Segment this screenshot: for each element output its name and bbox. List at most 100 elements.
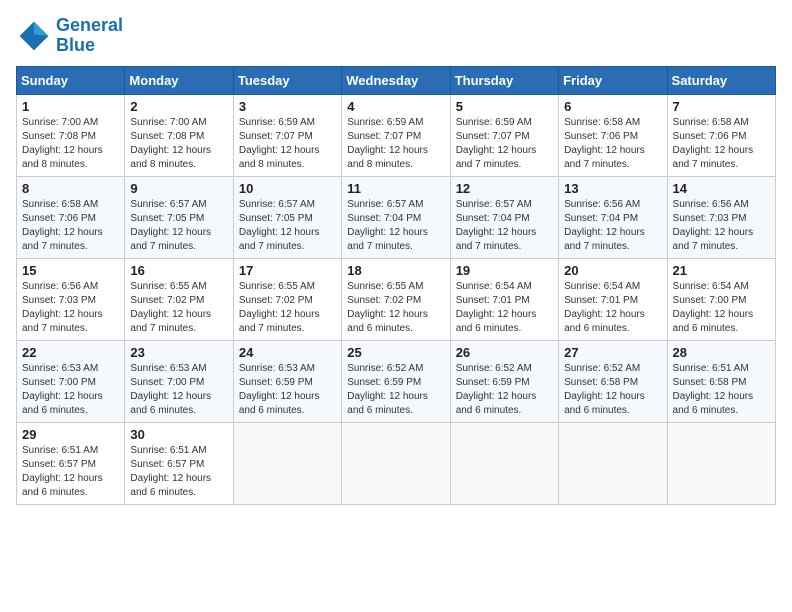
day-number: 14 xyxy=(673,181,770,196)
day-number: 18 xyxy=(347,263,444,278)
day-detail: Sunrise: 6:59 AM Sunset: 7:07 PM Dayligh… xyxy=(456,116,553,172)
day-detail: Sunrise: 6:56 AM Sunset: 7:04 PM Dayligh… xyxy=(564,198,661,254)
page-header: General Blue xyxy=(16,16,776,56)
day-number: 27 xyxy=(564,345,661,360)
calendar-header: SundayMondayTuesdayWednesdayThursdayFrid… xyxy=(17,66,776,94)
day-detail: Sunrise: 6:55 AM Sunset: 7:02 PM Dayligh… xyxy=(130,280,227,336)
day-detail: Sunrise: 6:52 AM Sunset: 6:58 PM Dayligh… xyxy=(564,362,661,418)
day-detail: Sunrise: 7:00 AM Sunset: 7:08 PM Dayligh… xyxy=(130,116,227,172)
day-number: 1 xyxy=(22,99,119,114)
day-number: 9 xyxy=(130,181,227,196)
day-number: 5 xyxy=(456,99,553,114)
day-number: 12 xyxy=(456,181,553,196)
day-number: 17 xyxy=(239,263,336,278)
calendar-cell: 13 Sunrise: 6:56 AM Sunset: 7:04 PM Dayl… xyxy=(559,176,667,258)
calendar-cell: 3 Sunrise: 6:59 AM Sunset: 7:07 PM Dayli… xyxy=(233,94,341,176)
calendar-cell: 1 Sunrise: 7:00 AM Sunset: 7:08 PM Dayli… xyxy=(17,94,125,176)
calendar-cell: 28 Sunrise: 6:51 AM Sunset: 6:58 PM Dayl… xyxy=(667,340,775,422)
calendar-week-2: 8 Sunrise: 6:58 AM Sunset: 7:06 PM Dayli… xyxy=(17,176,776,258)
day-detail: Sunrise: 6:58 AM Sunset: 7:06 PM Dayligh… xyxy=(673,116,770,172)
day-detail: Sunrise: 6:57 AM Sunset: 7:04 PM Dayligh… xyxy=(347,198,444,254)
day-number: 15 xyxy=(22,263,119,278)
day-detail: Sunrise: 6:52 AM Sunset: 6:59 PM Dayligh… xyxy=(347,362,444,418)
day-number: 26 xyxy=(456,345,553,360)
calendar-cell: 17 Sunrise: 6:55 AM Sunset: 7:02 PM Dayl… xyxy=(233,258,341,340)
calendar-cell: 22 Sunrise: 6:53 AM Sunset: 7:00 PM Dayl… xyxy=(17,340,125,422)
day-number: 25 xyxy=(347,345,444,360)
day-number: 11 xyxy=(347,181,444,196)
calendar-cell xyxy=(450,422,558,504)
calendar-week-5: 29 Sunrise: 6:51 AM Sunset: 6:57 PM Dayl… xyxy=(17,422,776,504)
calendar-cell: 9 Sunrise: 6:57 AM Sunset: 7:05 PM Dayli… xyxy=(125,176,233,258)
day-detail: Sunrise: 6:55 AM Sunset: 7:02 PM Dayligh… xyxy=(239,280,336,336)
day-number: 30 xyxy=(130,427,227,442)
day-number: 23 xyxy=(130,345,227,360)
calendar-cell: 18 Sunrise: 6:55 AM Sunset: 7:02 PM Dayl… xyxy=(342,258,450,340)
calendar-cell xyxy=(667,422,775,504)
calendar-cell: 23 Sunrise: 6:53 AM Sunset: 7:00 PM Dayl… xyxy=(125,340,233,422)
day-detail: Sunrise: 6:59 AM Sunset: 7:07 PM Dayligh… xyxy=(347,116,444,172)
day-number: 19 xyxy=(456,263,553,278)
day-number: 2 xyxy=(130,99,227,114)
day-detail: Sunrise: 6:54 AM Sunset: 7:00 PM Dayligh… xyxy=(673,280,770,336)
calendar-cell xyxy=(559,422,667,504)
calendar-cell: 21 Sunrise: 6:54 AM Sunset: 7:00 PM Dayl… xyxy=(667,258,775,340)
calendar-cell: 25 Sunrise: 6:52 AM Sunset: 6:59 PM Dayl… xyxy=(342,340,450,422)
calendar-cell: 14 Sunrise: 6:56 AM Sunset: 7:03 PM Dayl… xyxy=(667,176,775,258)
day-detail: Sunrise: 6:51 AM Sunset: 6:57 PM Dayligh… xyxy=(130,444,227,500)
calendar-cell: 5 Sunrise: 6:59 AM Sunset: 7:07 PM Dayli… xyxy=(450,94,558,176)
col-header-saturday: Saturday xyxy=(667,66,775,94)
col-header-sunday: Sunday xyxy=(17,66,125,94)
day-detail: Sunrise: 6:54 AM Sunset: 7:01 PM Dayligh… xyxy=(564,280,661,336)
day-number: 21 xyxy=(673,263,770,278)
calendar-week-1: 1 Sunrise: 7:00 AM Sunset: 7:08 PM Dayli… xyxy=(17,94,776,176)
calendar-cell: 27 Sunrise: 6:52 AM Sunset: 6:58 PM Dayl… xyxy=(559,340,667,422)
calendar-cell xyxy=(342,422,450,504)
col-header-wednesday: Wednesday xyxy=(342,66,450,94)
day-number: 10 xyxy=(239,181,336,196)
calendar-cell: 16 Sunrise: 6:55 AM Sunset: 7:02 PM Dayl… xyxy=(125,258,233,340)
calendar-week-3: 15 Sunrise: 6:56 AM Sunset: 7:03 PM Dayl… xyxy=(17,258,776,340)
calendar-cell: 8 Sunrise: 6:58 AM Sunset: 7:06 PM Dayli… xyxy=(17,176,125,258)
day-detail: Sunrise: 6:51 AM Sunset: 6:57 PM Dayligh… xyxy=(22,444,119,500)
calendar-cell: 15 Sunrise: 6:56 AM Sunset: 7:03 PM Dayl… xyxy=(17,258,125,340)
col-header-friday: Friday xyxy=(559,66,667,94)
calendar-cell: 12 Sunrise: 6:57 AM Sunset: 7:04 PM Dayl… xyxy=(450,176,558,258)
logo-icon xyxy=(16,18,52,54)
calendar-cell: 4 Sunrise: 6:59 AM Sunset: 7:07 PM Dayli… xyxy=(342,94,450,176)
day-number: 13 xyxy=(564,181,661,196)
day-detail: Sunrise: 6:58 AM Sunset: 7:06 PM Dayligh… xyxy=(22,198,119,254)
calendar-cell: 26 Sunrise: 6:52 AM Sunset: 6:59 PM Dayl… xyxy=(450,340,558,422)
day-detail: Sunrise: 7:00 AM Sunset: 7:08 PM Dayligh… xyxy=(22,116,119,172)
day-number: 22 xyxy=(22,345,119,360)
calendar-cell: 19 Sunrise: 6:54 AM Sunset: 7:01 PM Dayl… xyxy=(450,258,558,340)
day-number: 6 xyxy=(564,99,661,114)
day-number: 20 xyxy=(564,263,661,278)
day-detail: Sunrise: 6:55 AM Sunset: 7:02 PM Dayligh… xyxy=(347,280,444,336)
col-header-tuesday: Tuesday xyxy=(233,66,341,94)
calendar-cell: 11 Sunrise: 6:57 AM Sunset: 7:04 PM Dayl… xyxy=(342,176,450,258)
day-number: 29 xyxy=(22,427,119,442)
day-detail: Sunrise: 6:51 AM Sunset: 6:58 PM Dayligh… xyxy=(673,362,770,418)
day-number: 8 xyxy=(22,181,119,196)
day-detail: Sunrise: 6:57 AM Sunset: 7:04 PM Dayligh… xyxy=(456,198,553,254)
day-number: 28 xyxy=(673,345,770,360)
calendar-cell: 24 Sunrise: 6:53 AM Sunset: 6:59 PM Dayl… xyxy=(233,340,341,422)
calendar-cell xyxy=(233,422,341,504)
day-detail: Sunrise: 6:57 AM Sunset: 7:05 PM Dayligh… xyxy=(239,198,336,254)
day-detail: Sunrise: 6:53 AM Sunset: 7:00 PM Dayligh… xyxy=(22,362,119,418)
day-detail: Sunrise: 6:58 AM Sunset: 7:06 PM Dayligh… xyxy=(564,116,661,172)
calendar-cell: 2 Sunrise: 7:00 AM Sunset: 7:08 PM Dayli… xyxy=(125,94,233,176)
col-header-thursday: Thursday xyxy=(450,66,558,94)
day-detail: Sunrise: 6:56 AM Sunset: 7:03 PM Dayligh… xyxy=(22,280,119,336)
calendar-table: SundayMondayTuesdayWednesdayThursdayFrid… xyxy=(16,66,776,505)
day-detail: Sunrise: 6:57 AM Sunset: 7:05 PM Dayligh… xyxy=(130,198,227,254)
day-number: 24 xyxy=(239,345,336,360)
day-detail: Sunrise: 6:56 AM Sunset: 7:03 PM Dayligh… xyxy=(673,198,770,254)
day-detail: Sunrise: 6:59 AM Sunset: 7:07 PM Dayligh… xyxy=(239,116,336,172)
day-detail: Sunrise: 6:54 AM Sunset: 7:01 PM Dayligh… xyxy=(456,280,553,336)
calendar-cell: 30 Sunrise: 6:51 AM Sunset: 6:57 PM Dayl… xyxy=(125,422,233,504)
calendar-cell: 20 Sunrise: 6:54 AM Sunset: 7:01 PM Dayl… xyxy=(559,258,667,340)
day-detail: Sunrise: 6:52 AM Sunset: 6:59 PM Dayligh… xyxy=(456,362,553,418)
day-number: 7 xyxy=(673,99,770,114)
